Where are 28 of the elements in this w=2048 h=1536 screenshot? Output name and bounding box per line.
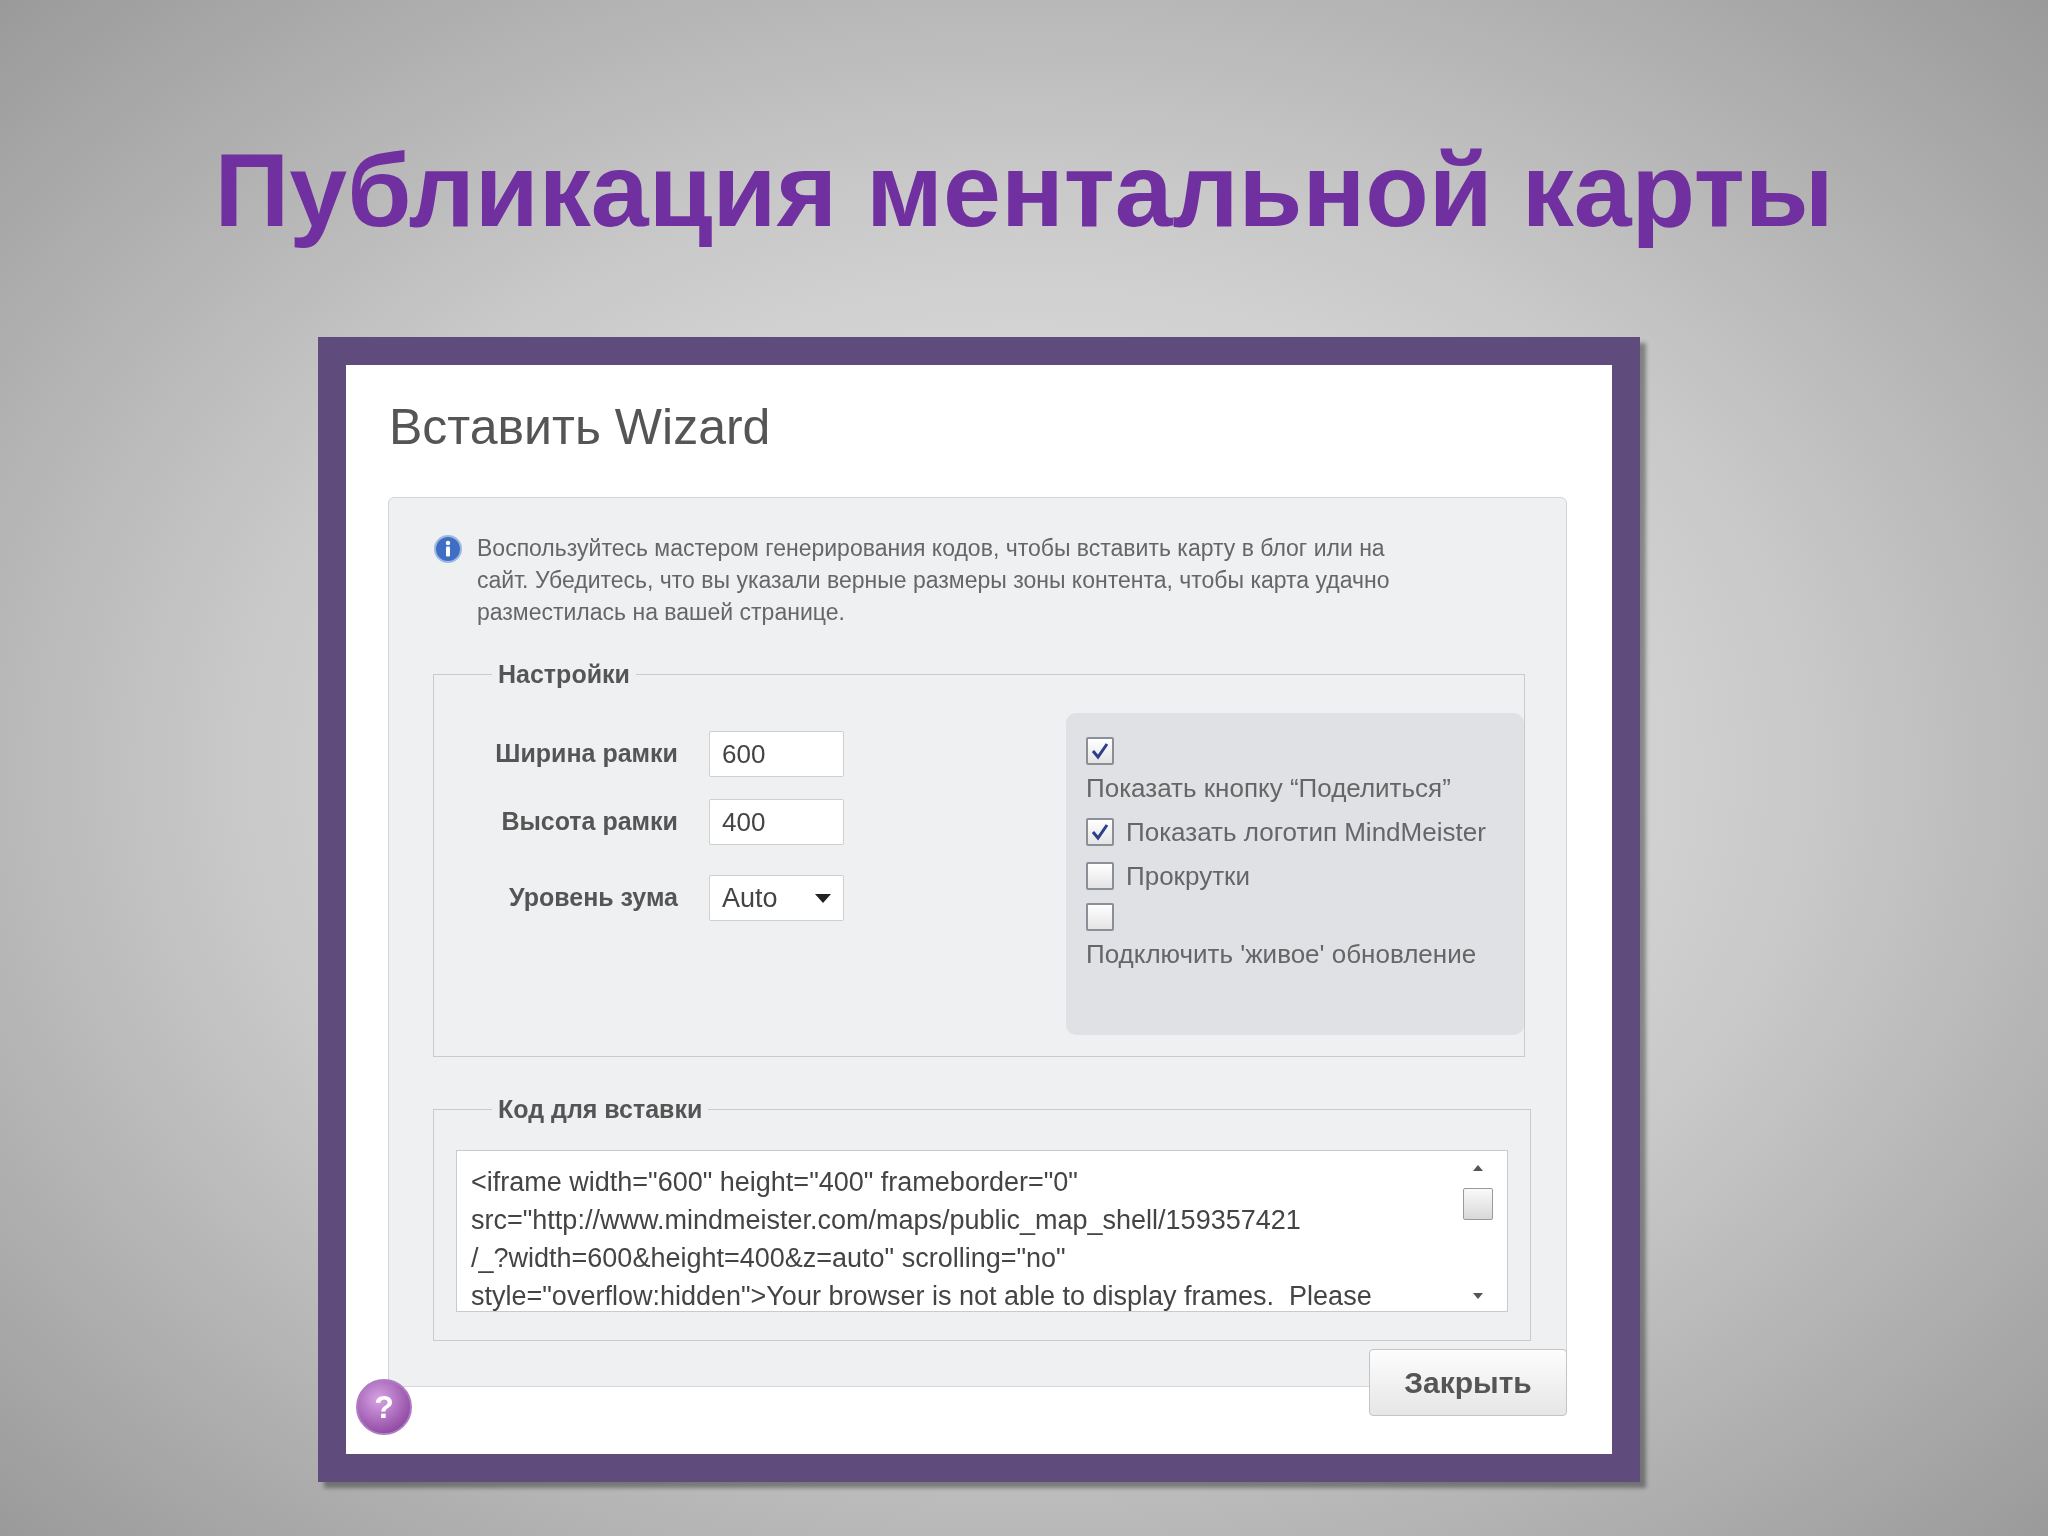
checkbox-label[interactable]: Подключить 'живое' обновление [1086,937,1477,971]
field-label: Высота рамки [500,806,678,838]
dialog-title: Вставить Wizard [389,398,772,457]
scroll-thumb[interactable] [1463,1188,1493,1221]
zoom-dropdown[interactable]: Auto [709,875,844,921]
checkbox[interactable] [1086,862,1114,890]
checkbox-label[interactable]: Прокрутки [1126,859,1250,893]
embed-code-field[interactable] [456,1150,1508,1312]
input-field[interactable]: 400 [709,799,844,845]
scrollbar[interactable] [1463,1163,1493,1301]
checkbox[interactable] [1086,903,1114,931]
field-label: Уровень зума [508,882,678,914]
scroll-up-icon[interactable] [1471,1163,1485,1173]
info-icon [433,534,463,564]
info-text: Воспользуйтесь мастером генерирования кодов, чтобы вставить карту в блог или на сайт. Убедитесь, что вы указали верные размеры зоны контента, чтобы карта удачно разместилась на вашей странице. [477,534,1391,627]
code-line: <iframe width="600" height="400" frameborder="0" [471,1166,1079,1199]
close-button[interactable]: Закрыть [1369,1349,1567,1416]
code-line: style="overflow:hidden">Your browser is not able to display frames. Please [471,1280,1373,1311]
checkbox-label[interactable]: Показать кнопку “Поделиться” [1086,771,1451,805]
input-field[interactable]: 600 [709,731,844,777]
code-line: /_?width=600&height=400&z=auto" scrolling="no" [471,1242,1067,1275]
code-line: src="http://www.mindmeister.com/maps/public_map_shell/159357421 [471,1204,1302,1237]
dropdown-caret-icon[interactable] [815,893,831,903]
scroll-down-icon[interactable] [1471,1291,1485,1301]
field-label: Ширина рамки [494,738,678,770]
help-button[interactable]: ? [356,1379,412,1435]
slide-title: Публикация ментальной карты [214,131,1834,250]
checkbox-label[interactable]: Показать логотип MindMeister [1126,815,1486,849]
